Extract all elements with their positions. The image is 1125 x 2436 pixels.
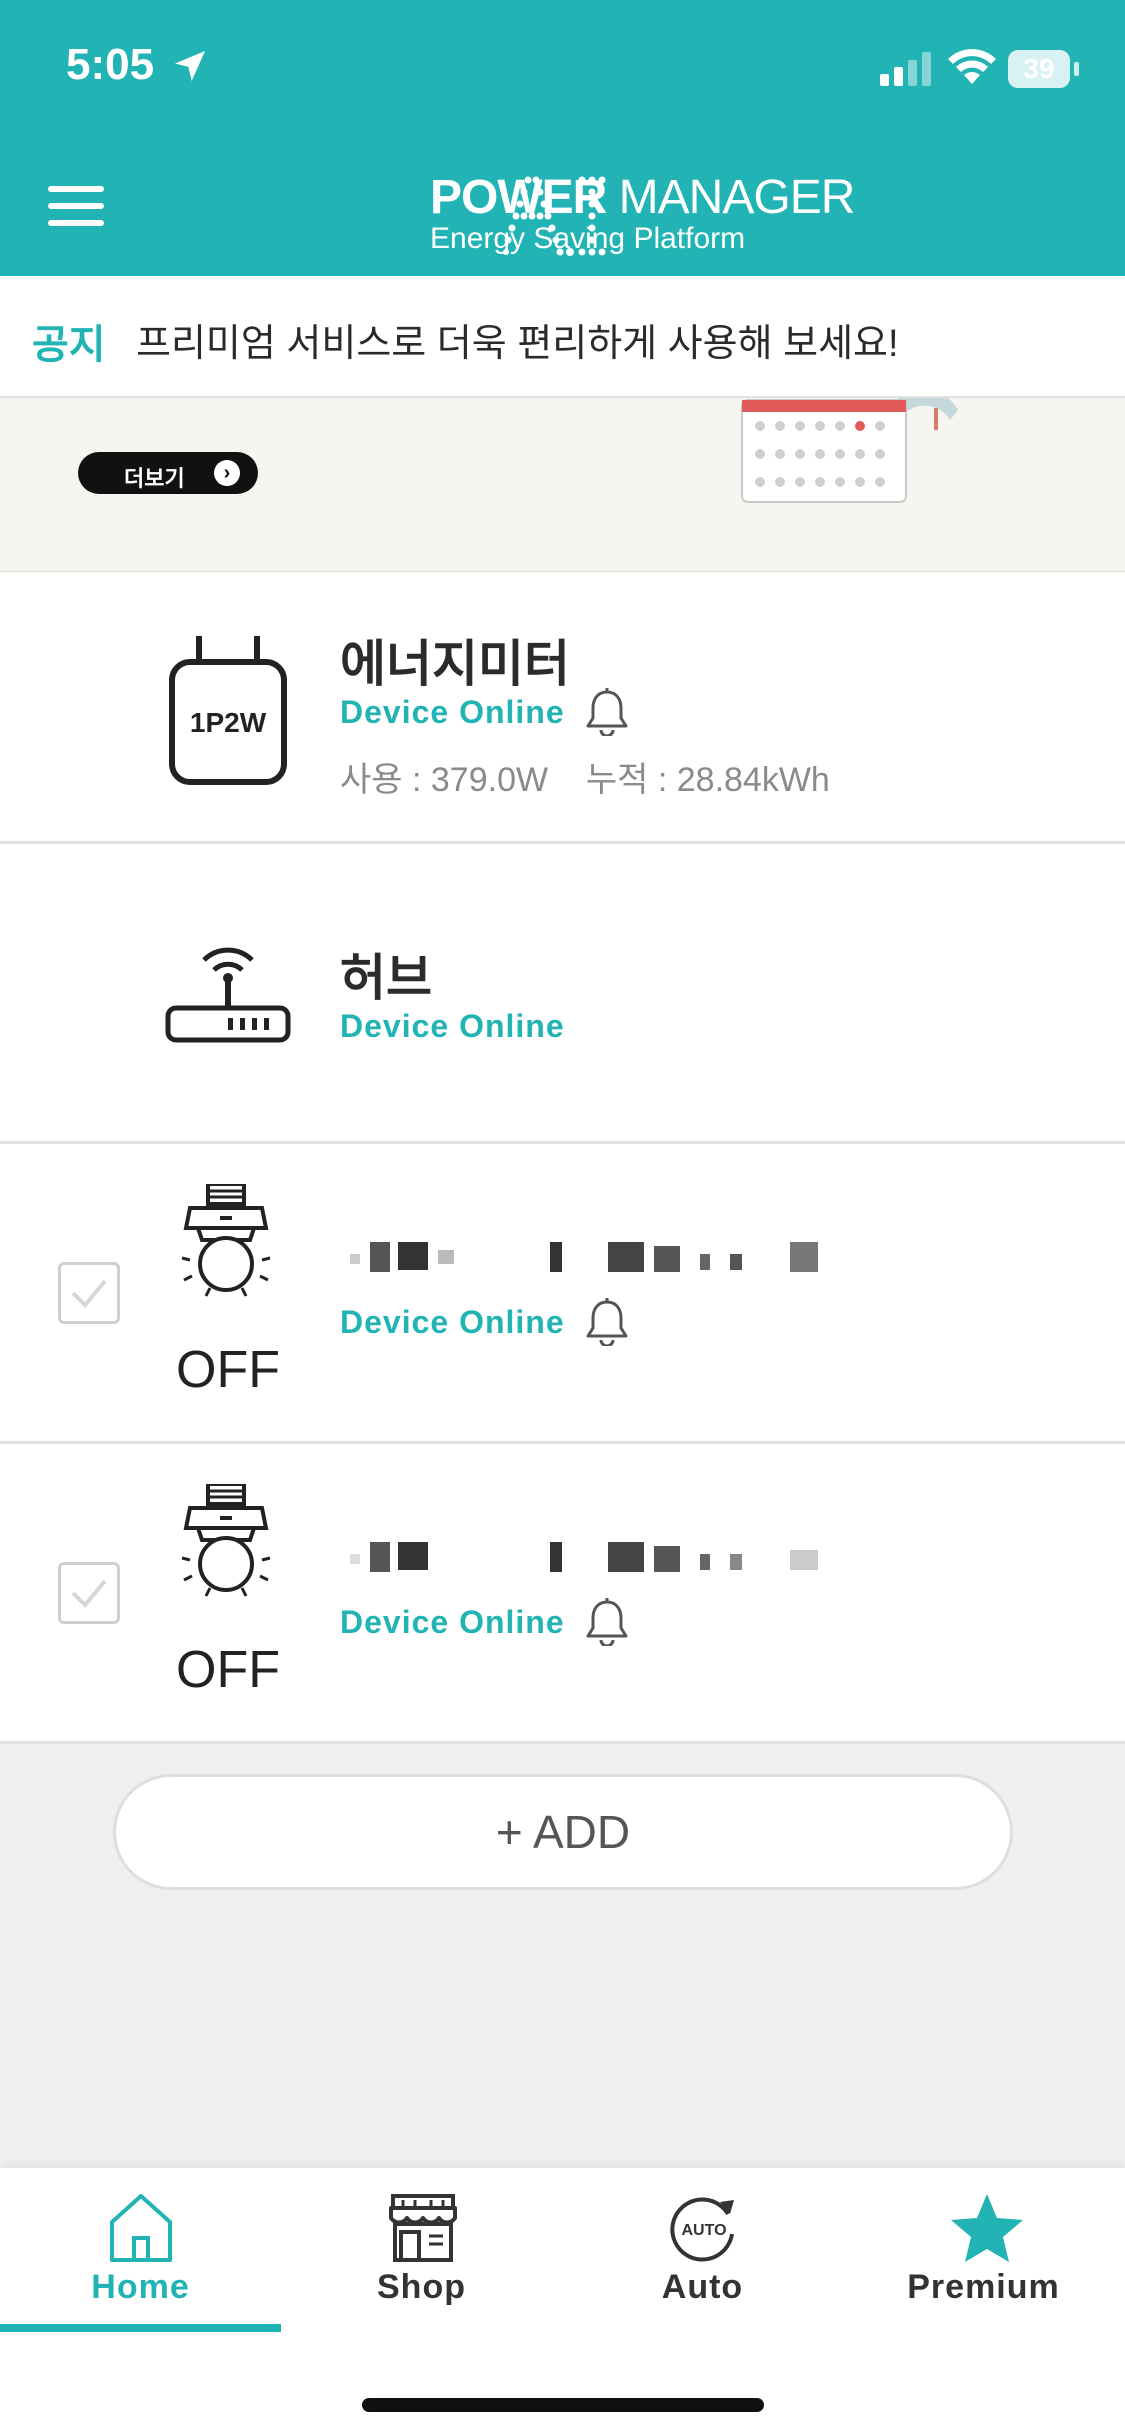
logo-subtitle: Energy Saving Platform	[430, 222, 746, 255]
more-button[interactable]: 더보기 ›	[78, 452, 258, 494]
device-status: Device Online	[340, 1604, 565, 1640]
device-checkbox[interactable]	[58, 1562, 120, 1624]
add-device-button[interactable]: + ADD	[113, 1774, 1013, 1890]
logo-title: POWER MANAGER	[430, 171, 855, 224]
device-row-hub[interactable]: 허브 Device Online	[0, 844, 1125, 1144]
notice-bar[interactable]: 공지 프리미엄 서비스로 더욱 편리하게 사용해 보세요!	[0, 276, 1125, 398]
location-arrow-icon	[175, 51, 205, 81]
home-icon	[110, 2194, 172, 2262]
battery-indicator: 39	[1008, 50, 1070, 88]
device-row-bulb-1[interactable]: OFF Device Online	[0, 1144, 1125, 1444]
battery-level: 39	[1023, 53, 1055, 84]
device-power-state: OFF	[176, 1641, 280, 1699]
more-label: 더보기	[124, 466, 185, 491]
tab-premium[interactable]: Premium	[843, 2168, 1124, 2338]
calendar-illustration-icon	[741, 398, 958, 503]
bulb-socket-icon	[181, 1484, 271, 1597]
device-usage: 사용 : 379.0W 누적 : 28.84kWh	[340, 761, 830, 799]
checkmark-icon	[71, 1579, 107, 1608]
tab-home[interactable]: Home	[0, 2168, 281, 2338]
energy-meter-icon-label: 1P2W	[190, 707, 267, 738]
battery-tip	[1074, 62, 1079, 76]
bulb-socket-icon	[181, 1184, 271, 1297]
wifi-icon	[948, 49, 996, 84]
device-name-redacted	[350, 1536, 850, 1576]
tab-shop[interactable]: Shop	[281, 2168, 562, 2338]
bottom-tab-bar: Home Shop AUTO Auto Premium	[0, 2168, 1125, 2436]
tab-auto[interactable]: AUTO Auto	[562, 2168, 843, 2338]
device-name: 허브	[340, 950, 432, 1006]
device-checkbox[interactable]	[58, 1262, 120, 1324]
energy-meter-icon: 1P2W	[169, 636, 287, 785]
device-name-redacted	[350, 1236, 850, 1276]
hamburger-menu-icon[interactable]	[48, 186, 104, 226]
status-time: 5:05	[66, 40, 155, 89]
star-icon	[951, 2194, 1023, 2262]
checkmark-icon	[71, 1279, 107, 1308]
device-row-energy-meter[interactable]: 1P2W 에너지미터 Device Online 사용 : 379.0W 누적 …	[0, 572, 1125, 844]
auto-icon: AUTO	[670, 2197, 734, 2262]
shop-icon	[389, 2194, 457, 2262]
device-status: Device Online	[340, 694, 565, 730]
bell-icon[interactable]	[584, 1598, 630, 1646]
device-name: 에너지미터	[340, 636, 570, 692]
cellular-signal-icon	[880, 52, 931, 86]
router-icon	[165, 947, 291, 1043]
active-tab-indicator	[0, 2324, 281, 2332]
bell-icon[interactable]	[584, 688, 630, 736]
notice-text: 프리미엄 서비스로 더욱 편리하게 사용해 보세요!	[136, 323, 899, 365]
device-status: Device Online	[340, 1304, 565, 1340]
device-row-bulb-2[interactable]: OFF Device Online	[0, 1444, 1125, 1744]
tab-shop-label: Shop	[377, 2268, 466, 2306]
app-header: 5:05 39 POWER MANAGER Energy Saving Plat…	[0, 0, 1125, 276]
tab-auto-label: Auto	[661, 2268, 744, 2306]
device-power-state: OFF	[176, 1341, 280, 1399]
auto-icon-text: AUTO	[681, 2222, 726, 2239]
notice-tag: 공지	[32, 323, 106, 367]
system-home-indicator	[362, 2398, 764, 2412]
promo-banner[interactable]: 더보기 ›	[0, 398, 1125, 572]
tab-premium-label: Premium	[907, 2268, 1060, 2306]
tab-home-label: Home	[91, 2268, 190, 2306]
device-status: Device Online	[340, 1008, 565, 1044]
chevron-right-icon: ›	[214, 460, 240, 486]
bell-icon[interactable]	[584, 1298, 630, 1346]
